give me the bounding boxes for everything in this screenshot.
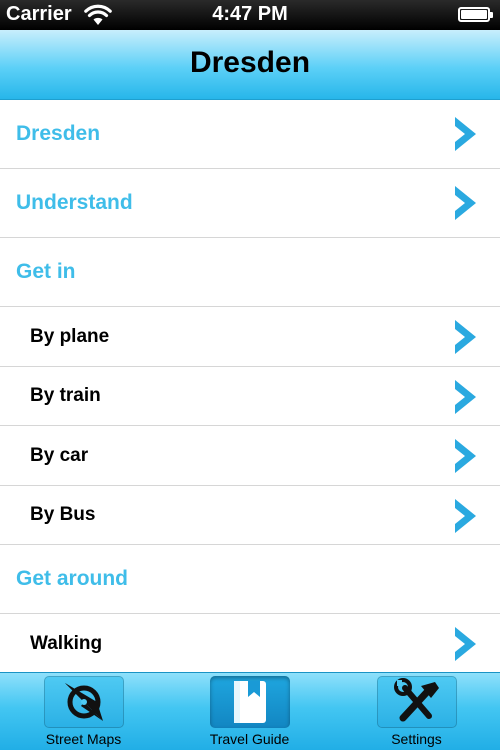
battery-level <box>461 10 487 19</box>
list-item[interactable]: By car <box>0 426 500 486</box>
list-item[interactable]: Understand <box>0 169 500 238</box>
tab-bar: Street Maps Travel Guide Settings <box>0 672 500 750</box>
chevron-right-icon[interactable] <box>452 114 480 154</box>
chevron-right-icon[interactable] <box>452 624 480 664</box>
list-item-label: By car <box>30 444 89 466</box>
list-item[interactable]: By plane <box>0 307 500 367</box>
list-item-label: By Bus <box>30 504 96 525</box>
list-item[interactable]: By train <box>0 367 500 426</box>
chevron-right-icon[interactable] <box>452 317 480 357</box>
chevron-right-icon[interactable] <box>452 183 480 223</box>
tab-icon-box[interactable] <box>44 676 124 728</box>
list-item-label: Dresden <box>16 122 101 145</box>
tab-label: Street Maps <box>45 731 122 747</box>
tab-label: Travel Guide <box>209 731 290 747</box>
status-bar: Carrier 4:47 PM <box>0 0 500 30</box>
chevron-right-icon[interactable] <box>452 496 480 536</box>
section-header: Get around <box>0 545 500 614</box>
tab-street-maps[interactable]: Street Maps <box>0 673 167 750</box>
nav-bar: Dresden <box>0 30 500 100</box>
book-icon <box>234 681 266 723</box>
tab-travel-guide[interactable]: Travel Guide <box>166 673 333 750</box>
list-item-label: By train <box>30 385 101 406</box>
section-header-label: Get in <box>16 260 76 283</box>
tools-icon <box>394 678 439 722</box>
tab-settings[interactable]: Settings <box>333 673 500 750</box>
tab-label: Settings <box>391 731 442 747</box>
section-header-label: Get around <box>16 567 129 590</box>
guide-list[interactable]: Dresden Understand Get in By plane By tr… <box>0 100 500 672</box>
tab-icon-box[interactable] <box>377 676 457 728</box>
battery-icon <box>458 7 493 22</box>
chevron-right-icon[interactable] <box>452 377 480 417</box>
battery-nub <box>490 12 493 18</box>
section-header: Get in <box>0 238 500 307</box>
status-time: 4:47 PM <box>212 3 288 25</box>
list-item-label: Walking <box>30 632 103 654</box>
list-item-label: By plane <box>30 325 110 347</box>
list-item[interactable]: Dresden <box>0 100 500 169</box>
tab-icon-box[interactable] <box>210 676 290 728</box>
list-item[interactable]: By Bus <box>0 486 500 545</box>
compass-icon <box>65 683 103 721</box>
page-title: Dresden <box>189 46 311 79</box>
list-item-label: Understand <box>16 191 133 214</box>
chevron-right-icon[interactable] <box>452 436 480 476</box>
list-item[interactable]: Walking <box>0 614 500 672</box>
